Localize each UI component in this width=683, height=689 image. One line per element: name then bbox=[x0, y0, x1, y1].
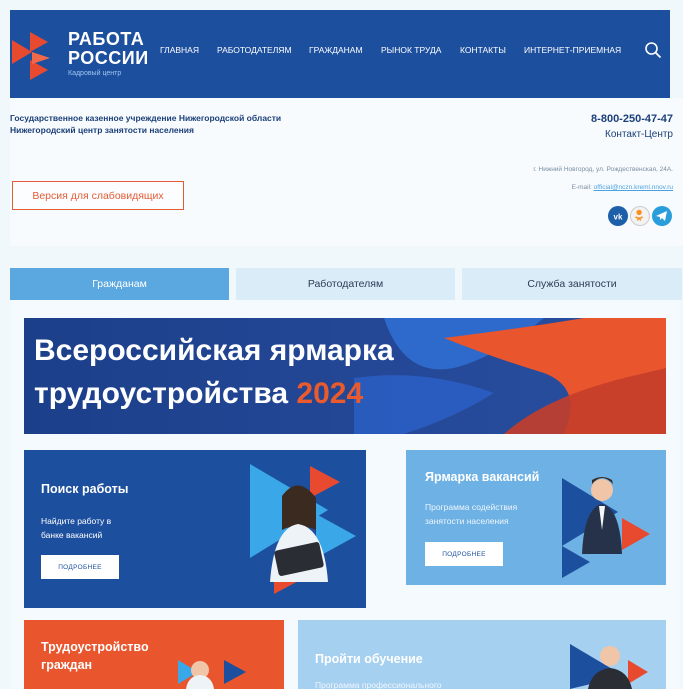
job-fair-text-line-2: занятости населения bbox=[425, 516, 509, 526]
org-name: Государственное казенное учреждение Ниже… bbox=[10, 112, 281, 136]
job-fair-text: Программа содействия занятости населения bbox=[425, 500, 517, 528]
job-fair-more-button[interactable]: ПОДРОБНЕЕ bbox=[425, 542, 503, 566]
low-vision-version-button[interactable]: Версия для слабовидящих bbox=[12, 181, 184, 210]
search-icon[interactable] bbox=[644, 41, 662, 59]
org-line-2: Нижегородский центр занятости населения bbox=[10, 125, 194, 135]
brand-line-2[interactable]: РОССИИ bbox=[68, 49, 149, 67]
employment-title: Трудоустройство граждан bbox=[41, 638, 149, 674]
vk-icon[interactable]: vk bbox=[608, 206, 628, 226]
top-strip bbox=[0, 0, 683, 10]
org-line-1: Государственное казенное учреждение Ниже… bbox=[10, 113, 282, 123]
job-fair-card[interactable]: Ярмарка вакансий Программа содействия за… bbox=[406, 450, 666, 585]
email-link[interactable]: official@nczn.kreml.nnov.ru bbox=[594, 184, 673, 191]
info-band: Государственное казенное учреждение Ниже… bbox=[10, 98, 683, 246]
tab-employment-service[interactable]: Служба занятости bbox=[462, 268, 682, 300]
address: г. Нижний Новгород, ул. Рождественская, … bbox=[533, 166, 673, 173]
site-header: РАБОТА РОССИИ Кадровый центр ГЛАВНАЯ РАБ… bbox=[10, 10, 670, 98]
banner-title-line-2: трудоустройства 2024 bbox=[34, 377, 363, 411]
ok-icon[interactable] bbox=[630, 206, 650, 226]
contact-center-label: Контакт-Центр bbox=[605, 129, 673, 140]
job-search-text: Найдите работу в банке вакансий bbox=[41, 514, 111, 542]
job-search-more-button[interactable]: ПОДРОБНЕЕ bbox=[41, 555, 119, 579]
banner-year: 2024 bbox=[296, 377, 364, 410]
contact-phone[interactable]: 8-800-250-47-47 bbox=[591, 113, 673, 125]
employment-title-line-1: Трудоустройство bbox=[41, 640, 149, 654]
banner-title-word: трудоустройства bbox=[34, 377, 289, 410]
email-label: E-mail: bbox=[571, 184, 592, 191]
job-fair-2024-banner[interactable]: Всероссийская ярмарка трудоустройства 20… bbox=[24, 318, 666, 434]
nav-citizens[interactable]: ГРАЖДАНАМ bbox=[309, 45, 363, 55]
nav-online-reception[interactable]: ИНТЕРНЕТ-ПРИЕМНАЯ bbox=[524, 45, 621, 55]
job-search-title: Поиск работы bbox=[41, 482, 129, 496]
job-search-text-line-2: банке вакансий bbox=[41, 530, 103, 540]
rabota-rossii-logo-icon[interactable] bbox=[10, 28, 68, 84]
training-title: Пройти обучение bbox=[315, 652, 423, 666]
telegram-icon[interactable] bbox=[652, 206, 672, 226]
tab-citizens[interactable]: Гражданам bbox=[10, 268, 229, 300]
nav-employers[interactable]: РАБОТОДАТЕЛЯМ bbox=[217, 45, 292, 55]
employment-card[interactable]: Трудоустройство граждан bbox=[24, 620, 284, 689]
training-text: Программа профессионального bbox=[315, 680, 442, 689]
tab-employers[interactable]: Работодателям bbox=[236, 268, 455, 300]
job-fair-text-line-1: Программа содействия bbox=[425, 502, 518, 512]
nav-contacts[interactable]: КОНТАКТЫ bbox=[460, 45, 506, 55]
email-row: E-mail: official@nczn.kreml.nnov.ru bbox=[572, 184, 673, 191]
svg-text:vk: vk bbox=[614, 213, 623, 222]
job-fair-title: Ярмарка вакансий bbox=[425, 470, 540, 484]
employment-title-line-2: граждан bbox=[41, 658, 93, 672]
job-search-text-line-1: Найдите работу в bbox=[41, 516, 112, 526]
banner-title-line-1: Всероссийская ярмарка bbox=[34, 334, 394, 367]
brand-line-1[interactable]: РАБОТА bbox=[68, 30, 144, 48]
nav-labor-market[interactable]: РЫНОК ТРУДА bbox=[381, 45, 441, 55]
brand-subtitle: Кадровый центр bbox=[68, 70, 122, 77]
training-card[interactable]: Пройти обучение Программа профессиональн… bbox=[298, 620, 666, 689]
nav-home[interactable]: ГЛАВНАЯ bbox=[160, 45, 199, 55]
job-search-card[interactable]: Поиск работы Найдите работу в банке вака… bbox=[24, 450, 366, 608]
